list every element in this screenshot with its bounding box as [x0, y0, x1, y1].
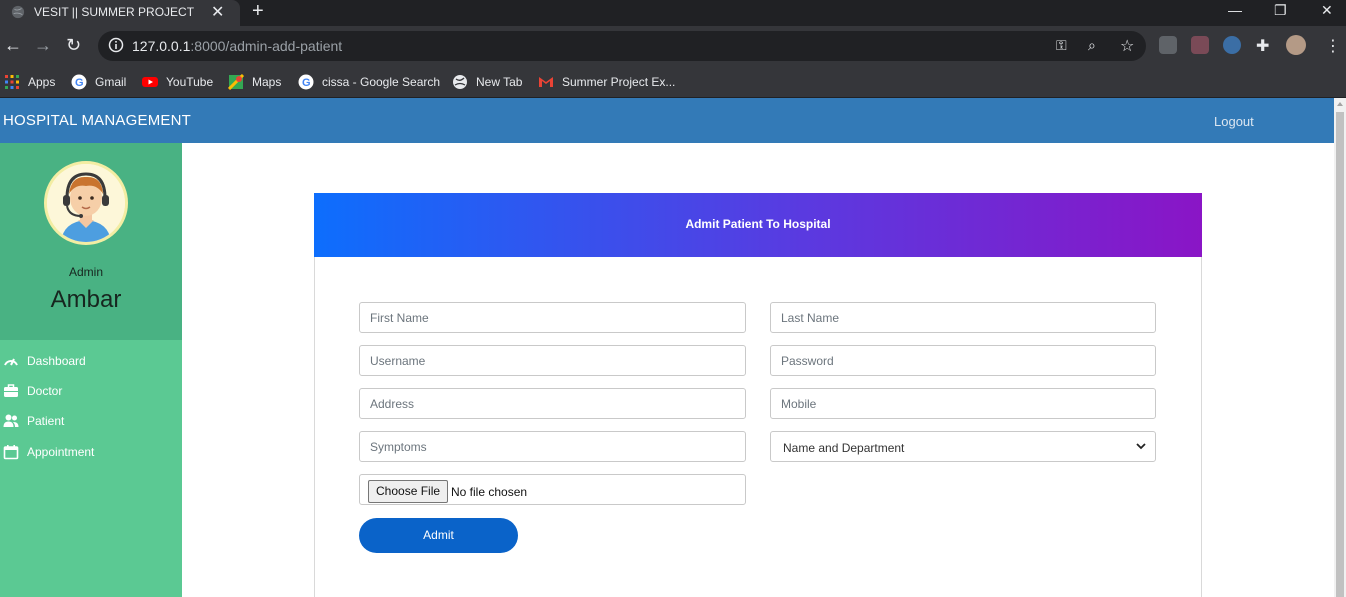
globe-icon — [11, 5, 25, 19]
globe-icon — [453, 75, 467, 89]
symptoms-field[interactable] — [359, 431, 746, 462]
page-content: HOSPITAL MANAGEMENT Logout Admin Ambar D… — [0, 98, 1334, 597]
doctor-select[interactable]: Name and Department — [770, 431, 1156, 462]
profile-avatar[interactable] — [1286, 35, 1306, 55]
new-tab-button[interactable]: + — [252, 0, 264, 23]
profile-picture-file-input[interactable]: Choose File No file chosen — [359, 474, 746, 505]
sidebar-item-label: Patient — [27, 414, 65, 428]
sidebar-item-dashboard[interactable]: Dashboard — [3, 351, 86, 371]
profile-panel: Admin Ambar — [0, 143, 182, 340]
calendar-icon — [3, 445, 19, 460]
bookmark-label: New Tab — [476, 75, 523, 89]
browser-tab[interactable]: VESIT || SUMMER PROJECT ✕ — [0, 0, 240, 26]
extension-icon[interactable] — [1191, 36, 1209, 54]
first-name-field[interactable] — [359, 302, 746, 333]
bookmark-label: YouTube — [166, 75, 214, 89]
apps-grid-icon — [5, 75, 19, 89]
tab-title: VESIT || SUMMER PROJECT — [34, 5, 195, 19]
logout-link[interactable]: Logout — [1214, 114, 1254, 129]
extension-icon[interactable] — [1223, 36, 1241, 54]
close-window-button[interactable]: ✕ — [1321, 2, 1333, 19]
users-icon — [3, 414, 19, 427]
minimize-button[interactable]: — — [1228, 2, 1242, 18]
brand-title[interactable]: HOSPITAL MANAGEMENT — [3, 112, 191, 129]
sidebar-item-label: Appointment — [27, 445, 95, 459]
youtube-icon — [142, 77, 158, 87]
restore-button[interactable]: ❐ — [1274, 2, 1287, 19]
back-arrow-icon[interactable]: ← — [4, 36, 22, 54]
sidebar-item-label: Dashboard — [27, 354, 86, 368]
forward-arrow-icon[interactable]: → — [34, 36, 52, 54]
scroll-up-arrow-icon[interactable] — [1337, 102, 1343, 106]
file-status: No file chosen — [451, 485, 528, 499]
info-icon[interactable] — [108, 37, 124, 53]
user-name: Ambar — [50, 286, 122, 313]
avatar — [44, 161, 128, 245]
top-navbar: HOSPITAL MANAGEMENT Logout — [0, 98, 1334, 143]
last-name-field[interactable] — [770, 302, 1156, 333]
reload-icon[interactable]: ↻ — [66, 36, 81, 54]
browser-toolbar: ← → ↻ 127.0.0.1:8000/admin-add-patient ⚿… — [0, 26, 1346, 66]
support-agent-icon — [47, 164, 125, 242]
tab-close-icon[interactable]: ✕ — [211, 2, 224, 22]
mobile-field[interactable] — [770, 388, 1156, 419]
bookmark-maps[interactable]: Maps — [228, 72, 281, 92]
admit-button[interactable]: Admit — [359, 518, 518, 553]
bookmark-label: Maps — [252, 75, 282, 89]
browser-tab-strip: VESIT || SUMMER PROJECT ✕ + — ❐ ✕ — [0, 0, 1346, 26]
bookmarks-bar: Apps G Gmail YouTube Maps G cissa - Goog… — [0, 66, 1346, 98]
password-field[interactable] — [770, 345, 1156, 376]
bookmark-label: Summer Project Ex... — [562, 75, 676, 89]
bookmark-star-icon[interactable]: ☆ — [1120, 36, 1134, 56]
bookmark-gmail[interactable]: G Gmail — [71, 72, 126, 92]
svg-text:G: G — [75, 77, 84, 89]
address-bar[interactable]: 127.0.0.1:8000/admin-add-patient — [98, 31, 1146, 61]
key-icon[interactable]: ⚿ — [1056, 37, 1067, 54]
google-icon: G — [298, 74, 314, 90]
extension-icon[interactable] — [1159, 36, 1177, 54]
bookmark-youtube[interactable]: YouTube — [142, 72, 213, 92]
maps-icon — [228, 74, 244, 90]
chevron-down-icon — [1136, 443, 1146, 450]
doctor-select-value: Name and Department — [783, 441, 905, 455]
speedometer-icon — [4, 358, 18, 366]
sidebar-item-patient[interactable]: Patient — [3, 411, 64, 431]
bookmark-summer-project[interactable]: Summer Project Ex... — [538, 72, 675, 92]
puzzle-icon[interactable]: ✚ — [1256, 36, 1269, 56]
svg-text:G: G — [302, 77, 311, 89]
card-header: Admit Patient To Hospital — [314, 193, 1202, 257]
url-text[interactable]: 127.0.0.1:8000/admin-add-patient — [132, 38, 342, 54]
card-title: Admit Patient To Hospital — [685, 217, 831, 231]
bookmark-label: Gmail — [95, 75, 127, 89]
sidebar-item-appointment[interactable]: Appointment — [3, 442, 94, 462]
sidebar: Admin Ambar Dashboard Doctor Patient App… — [0, 143, 182, 597]
username-field[interactable] — [359, 345, 746, 376]
choose-file-button[interactable]: Choose File — [368, 480, 449, 503]
admit-patient-card: Admit Patient To Hospital Name and Depar… — [314, 193, 1202, 597]
zoom-icon[interactable]: ⌕ — [1088, 37, 1096, 54]
bookmark-apps[interactable]: Apps — [4, 72, 55, 92]
sidebar-item-doctor[interactable]: Doctor — [3, 381, 62, 401]
menu-kebab-icon[interactable]: ⋮ — [1325, 36, 1341, 56]
bookmark-label: Apps — [28, 75, 56, 89]
bookmark-new-tab[interactable]: New Tab — [452, 72, 522, 92]
bookmark-label: cissa - Google Search — [322, 75, 441, 89]
page-scrollbar[interactable] — [1334, 98, 1346, 597]
bookmark-cissa-search[interactable]: G cissa - Google Search — [298, 72, 440, 92]
briefcase-icon — [4, 384, 18, 397]
scrollbar-thumb[interactable] — [1336, 112, 1344, 597]
sidebar-item-label: Doctor — [27, 384, 63, 398]
gmail-icon — [539, 77, 553, 87]
google-icon: G — [71, 74, 87, 90]
user-role: Admin — [68, 265, 103, 279]
address-field[interactable] — [359, 388, 746, 419]
